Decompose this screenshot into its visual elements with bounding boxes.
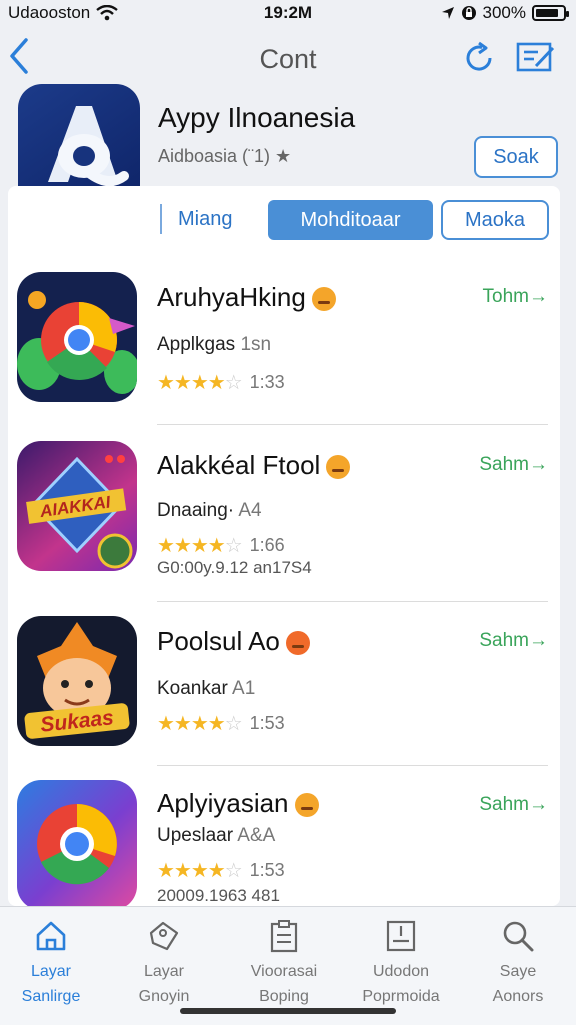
battery-icon bbox=[532, 5, 569, 21]
star-rating-icon: ★★★★☆ bbox=[157, 860, 243, 882]
edit-button[interactable] bbox=[516, 40, 555, 76]
tab-updates[interactable]: Udodon Poprmoida bbox=[346, 919, 456, 1009]
featured-app-title: Aypy Ilnoanesia bbox=[158, 102, 356, 133]
update-icon bbox=[386, 920, 416, 952]
app-subtitle-0-extra: 1sn bbox=[240, 334, 272, 355]
app-subtitle-1-extra: A4 bbox=[238, 500, 262, 521]
app-rating-3: ★★★★☆ 1:53 bbox=[157, 858, 285, 883]
app-title-0: AruhyaHking bbox=[157, 282, 336, 313]
segment-tab-1[interactable]: Mohditoaar bbox=[268, 200, 433, 240]
lock-rotation-icon bbox=[461, 6, 476, 20]
emoji-icon bbox=[294, 793, 319, 818]
tab-updates-line1: Udodon bbox=[372, 963, 430, 980]
tab-clipboard-line2: Boping bbox=[259, 988, 309, 1005]
segment-tab-0[interactable]: Miang bbox=[178, 208, 232, 231]
app-title-3-text: Aplyiyasian bbox=[157, 788, 289, 818]
app-subtitle-0: Applkgas 1sn bbox=[157, 334, 271, 356]
app-title-0-text: AruhyaHking bbox=[157, 282, 306, 312]
browser-logo-icon bbox=[37, 804, 117, 885]
app-rating-2: ★★★★☆ 1:53 bbox=[157, 711, 285, 736]
app-title-1: Alakkéal Ftool bbox=[157, 450, 351, 481]
app-get-button-3[interactable]: Sahm→ bbox=[479, 794, 548, 816]
tab-categories[interactable]: Layar Gnoyin bbox=[109, 919, 219, 1009]
home-indicator[interactable] bbox=[180, 1008, 396, 1014]
edit-list-icon bbox=[516, 42, 555, 72]
app-icon-0[interactable] bbox=[17, 272, 137, 402]
app-rating-0: ★★★★☆ 1:33 bbox=[157, 370, 285, 395]
app-subtitle-3-text: Upeslaar bbox=[157, 825, 234, 846]
tab-categories-line2: Gnoyin bbox=[138, 988, 190, 1005]
app-subtitle-0-text: Applkgas bbox=[157, 334, 236, 355]
app-get-button-0[interactable]: Tohm→ bbox=[483, 286, 548, 308]
app-subtitle-3: Upeslaar A&A bbox=[157, 825, 275, 847]
star-rating-icon: ★★★★☆ bbox=[157, 713, 243, 735]
cartoon-character-logo-icon: Sukaas bbox=[24, 622, 130, 739]
app-subtitle-2-text: Koankar bbox=[157, 678, 228, 699]
diamond-game-logo-icon: AIAKKAI bbox=[26, 455, 133, 569]
app-subtitle-1-text: Dnaaing· bbox=[157, 500, 235, 521]
app-subtitle-2-extra: A1 bbox=[232, 678, 256, 699]
tab-updates-line2: Poprmoida bbox=[362, 988, 440, 1005]
emoji-icon bbox=[326, 455, 351, 480]
app-icon-1[interactable]: AIAKKAI bbox=[17, 441, 137, 571]
row-divider bbox=[157, 601, 548, 602]
tab-categories-line1: Layar bbox=[143, 963, 185, 980]
segment-tab-2[interactable]: Maoka bbox=[441, 200, 549, 240]
parrot-browser-logo-icon bbox=[17, 291, 137, 394]
row-divider bbox=[157, 424, 548, 425]
tab-home-line1: Layar bbox=[30, 963, 72, 980]
tab-search[interactable]: Saye Aonors bbox=[463, 919, 573, 1009]
battery-percent: 300% bbox=[482, 3, 526, 22]
refresh-button[interactable] bbox=[462, 40, 498, 76]
tag-icon bbox=[149, 921, 179, 951]
app-title-1-text: Alakkéal Ftool bbox=[157, 450, 321, 480]
app-extra-1: G0:00y.9.12 an17S4 bbox=[157, 558, 312, 577]
row-divider bbox=[157, 765, 548, 766]
app-rating-1: ★★★★☆ 1:66 bbox=[157, 533, 285, 558]
status-bar: Udaooston 19:2M 300% bbox=[0, 0, 576, 26]
app-subtitle-3-extra: A&A bbox=[237, 825, 276, 846]
app-get-button-1[interactable]: Sahm→ bbox=[479, 454, 548, 476]
tab-home[interactable]: Layar Sanlirge bbox=[0, 919, 106, 1009]
app-rating-3-text: 1:53 bbox=[249, 860, 285, 880]
star-rating-icon: ★★★★☆ bbox=[157, 372, 243, 394]
featured-app-subtitle: Aidboasia (¨1) ★ bbox=[158, 146, 292, 166]
app-rating-1-text: 1:66 bbox=[249, 535, 285, 555]
navigation-bar: Cont bbox=[0, 30, 576, 90]
tab-search-line1: Saye bbox=[499, 963, 537, 980]
app-subtitle-1: Dnaaing· A4 bbox=[157, 500, 262, 522]
tab-search-line2: Aonors bbox=[492, 988, 544, 1005]
tab-clipboard[interactable]: Vioorasai Boping bbox=[229, 919, 339, 1009]
app-title-2: Poolsul Ao bbox=[157, 626, 310, 657]
star-rating-icon: ★★★★☆ bbox=[157, 535, 243, 557]
app-subtitle-2: Koankar A1 bbox=[157, 678, 255, 700]
app-extra-3: 20009.1963 481 bbox=[157, 886, 280, 905]
segment-divider bbox=[160, 204, 162, 234]
featured-action-button[interactable]: Soak bbox=[474, 136, 558, 178]
refresh-icon bbox=[466, 41, 492, 71]
location-icon bbox=[441, 7, 454, 19]
clipboard-icon bbox=[270, 920, 298, 953]
app-icon-3[interactable] bbox=[17, 780, 137, 910]
tab-home-line2: Sanlirge bbox=[21, 988, 81, 1005]
home-icon bbox=[36, 921, 66, 951]
app-rating-0-text: 1:33 bbox=[249, 372, 285, 392]
app-get-button-2[interactable]: Sahm→ bbox=[479, 630, 548, 652]
tab-clipboard-line1: Vioorasai bbox=[250, 963, 318, 980]
status-right: 300% bbox=[441, 3, 569, 23]
app-rating-2-text: 1:53 bbox=[249, 713, 285, 733]
app-icon-2[interactable]: Sukaas bbox=[17, 616, 137, 746]
emoji-icon bbox=[311, 287, 336, 312]
app-title-3: Aplyiyasian bbox=[157, 788, 319, 819]
search-icon bbox=[503, 921, 534, 952]
app-title-2-text: Poolsul Ao bbox=[157, 626, 280, 656]
emoji-icon bbox=[285, 631, 310, 656]
